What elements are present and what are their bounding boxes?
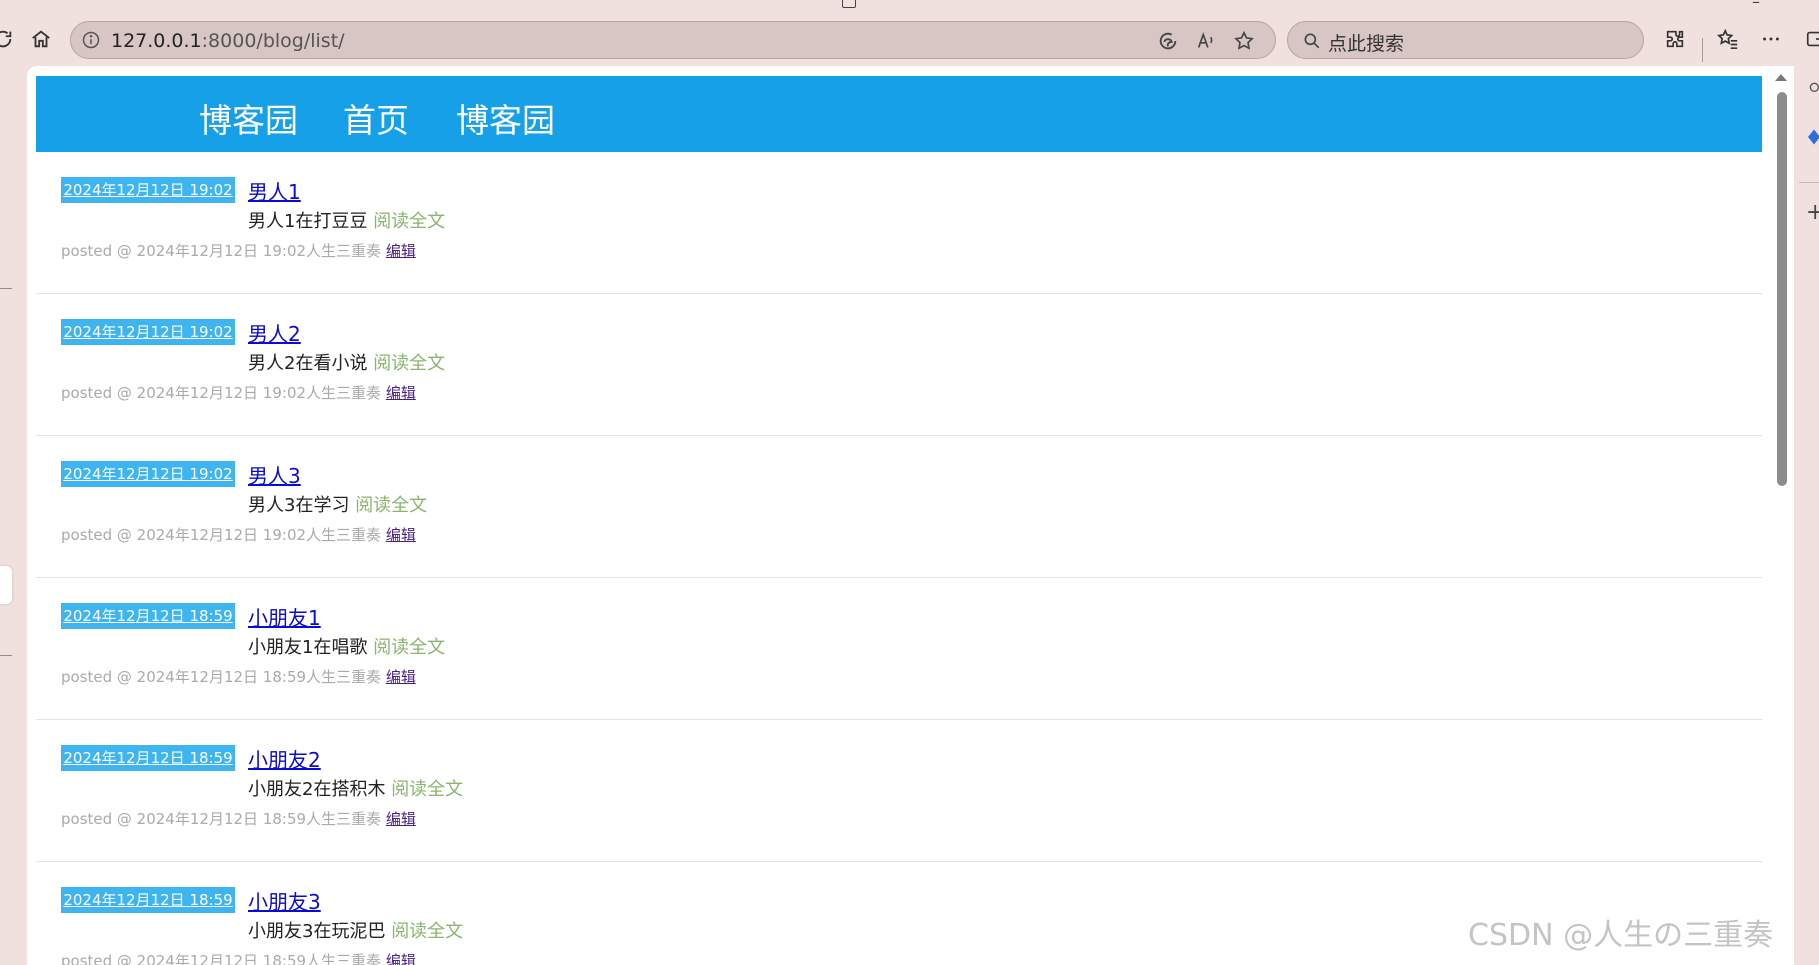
post-summary: 小朋友1在唱歌 阅读全文 bbox=[248, 633, 445, 659]
post-meta-text: posted @ 2024年12月12日 18:59人生三重奏 bbox=[61, 810, 382, 828]
post-title-link[interactable]: 男人3 bbox=[248, 460, 301, 489]
post-summary: 小朋友3在玩泥巴 阅读全文 bbox=[248, 917, 463, 943]
left-edge-divider bbox=[0, 655, 12, 656]
post-summary-text: 男人2在看小说 bbox=[248, 353, 368, 374]
read-more-link[interactable]: 阅读全文 bbox=[355, 495, 427, 516]
scroll-up-arrow-icon[interactable] bbox=[1775, 74, 1787, 81]
search-icon bbox=[1302, 31, 1322, 51]
browser-toolbar: 127.0.0.1:8000/blog/list/ 点此搜索 bbox=[0, 14, 1819, 66]
home-icon[interactable] bbox=[24, 22, 58, 56]
page-viewport: 博客园 首页 博客园 2024年12月12日 19:02 男人1 男人1在打豆豆… bbox=[27, 66, 1794, 965]
url-host: 127.0.0.1 bbox=[111, 30, 202, 52]
refresh-icon[interactable] bbox=[0, 22, 20, 56]
nav-site-logo[interactable]: 博客园 bbox=[199, 94, 298, 142]
post-meta: posted @ 2024年12月12日 19:02人生三重奏 编辑 bbox=[61, 240, 416, 261]
more-menu-icon[interactable] bbox=[1754, 22, 1788, 56]
post-title-link[interactable]: 小朋友3 bbox=[248, 886, 321, 915]
scrollbar-thumb[interactable] bbox=[1777, 92, 1787, 486]
tab-page-icon bbox=[842, 0, 856, 8]
left-edge-divider bbox=[0, 288, 12, 289]
post-meta-text: posted @ 2024年12月12日 19:02人生三重奏 bbox=[61, 242, 382, 260]
post-date-badge[interactable]: 2024年12月12日 18:59 bbox=[61, 603, 235, 629]
address-bar[interactable]: 127.0.0.1:8000/blog/list/ bbox=[70, 21, 1276, 59]
site-info-icon[interactable] bbox=[81, 30, 101, 50]
read-aloud-icon[interactable] bbox=[1193, 28, 1219, 54]
sidebar-search-icon[interactable] bbox=[1807, 80, 1819, 96]
favorite-star-icon[interactable] bbox=[1231, 28, 1257, 54]
post-meta-text: posted @ 2024年12月12日 18:59人生三重奏 bbox=[61, 952, 382, 965]
sidebar-add-icon[interactable]: + bbox=[1806, 200, 1819, 225]
left-side-handle[interactable] bbox=[0, 566, 12, 604]
post-item: 2024年12月12日 18:59 小朋友2 小朋友2在搭积木 阅读全文 pos… bbox=[36, 720, 1762, 862]
right-sidebar-panel: + bbox=[1799, 66, 1819, 965]
post-date-badge[interactable]: 2024年12月12日 18:59 bbox=[61, 745, 235, 771]
edge-app-icon[interactable] bbox=[1155, 28, 1181, 54]
read-more-link[interactable]: 阅读全文 bbox=[373, 637, 445, 658]
url-text[interactable]: 127.0.0.1:8000/blog/list/ bbox=[111, 30, 345, 52]
read-more-link[interactable]: 阅读全文 bbox=[391, 921, 463, 942]
favorites-icon[interactable] bbox=[1711, 22, 1745, 56]
post-item: 2024年12月12日 19:02 男人3 男人3在学习 阅读全文 posted… bbox=[36, 436, 1762, 578]
post-summary: 小朋友2在搭积木 阅读全文 bbox=[248, 775, 463, 801]
read-more-link[interactable]: 阅读全文 bbox=[373, 353, 445, 374]
post-meta-text: posted @ 2024年12月12日 19:02人生三重奏 bbox=[61, 526, 382, 544]
extensions-icon[interactable] bbox=[1658, 22, 1692, 56]
post-title-link[interactable]: 男人2 bbox=[248, 318, 301, 347]
post-date-badge[interactable]: 2024年12月12日 19:02 bbox=[61, 461, 235, 487]
post-title-link[interactable]: 小朋友2 bbox=[248, 744, 321, 773]
post-summary-text: 小朋友1在唱歌 bbox=[248, 637, 368, 658]
post-item: 2024年12月12日 19:02 男人2 男人2在看小说 阅读全文 poste… bbox=[36, 294, 1762, 436]
toolbar-divider bbox=[1702, 38, 1703, 62]
post-item: 2024年12月12日 19:02 男人1 男人1在打豆豆 阅读全文 poste… bbox=[36, 152, 1762, 294]
post-date-badge[interactable]: 2024年12月12日 19:02 bbox=[61, 177, 235, 203]
post-summary-text: 男人1在打豆豆 bbox=[248, 211, 368, 232]
sidebar-divider bbox=[1799, 182, 1819, 183]
sidebar-toggle-icon[interactable] bbox=[1799, 22, 1819, 56]
search-placeholder: 点此搜索 bbox=[1328, 33, 1405, 55]
post-summary-text: 小朋友2在搭积木 bbox=[248, 779, 386, 800]
title-strip: – bbox=[0, 0, 1819, 14]
post-date-badge[interactable]: 2024年12月12日 18:59 bbox=[61, 887, 235, 913]
post-summary: 男人3在学习 阅读全文 bbox=[248, 491, 427, 517]
read-more-link[interactable]: 阅读全文 bbox=[373, 211, 445, 232]
post-meta: posted @ 2024年12月12日 19:02人生三重奏 编辑 bbox=[61, 524, 416, 545]
post-list: 2024年12月12日 19:02 男人1 男人1在打豆豆 阅读全文 poste… bbox=[36, 152, 1762, 965]
edit-link[interactable]: 编辑 bbox=[386, 242, 416, 260]
edit-link[interactable]: 编辑 bbox=[386, 526, 416, 544]
post-title-link[interactable]: 男人1 bbox=[248, 176, 301, 205]
search-box[interactable]: 点此搜索 bbox=[1287, 21, 1644, 59]
post-item: 2024年12月12日 18:59 小朋友1 小朋友1在唱歌 阅读全文 post… bbox=[36, 578, 1762, 720]
url-path: :8000/blog/list/ bbox=[201, 30, 345, 52]
read-more-link[interactable]: 阅读全文 bbox=[391, 779, 463, 800]
edit-link[interactable]: 编辑 bbox=[386, 668, 416, 686]
nav-home[interactable]: 首页 bbox=[343, 94, 409, 142]
sidebar-copilot-icon[interactable] bbox=[1805, 128, 1819, 146]
post-summary-text: 小朋友3在玩泥巴 bbox=[248, 921, 386, 942]
post-summary-text: 男人3在学习 bbox=[248, 495, 350, 516]
post-meta-text: posted @ 2024年12月12日 19:02人生三重奏 bbox=[61, 384, 382, 402]
post-meta: posted @ 2024年12月12日 18:59人生三重奏 编辑 bbox=[61, 950, 416, 965]
edit-link[interactable]: 编辑 bbox=[386, 384, 416, 402]
edit-link[interactable]: 编辑 bbox=[386, 810, 416, 828]
post-meta: posted @ 2024年12月12日 19:02人生三重奏 编辑 bbox=[61, 382, 416, 403]
post-date-badge[interactable]: 2024年12月12日 19:02 bbox=[61, 319, 235, 345]
nav-cnblogs[interactable]: 博客园 bbox=[456, 94, 555, 142]
post-summary: 男人1在打豆豆 阅读全文 bbox=[248, 207, 445, 233]
blog-page: 博客园 首页 博客园 2024年12月12日 19:02 男人1 男人1在打豆豆… bbox=[36, 76, 1762, 965]
post-title-link[interactable]: 小朋友1 bbox=[248, 602, 321, 631]
post-meta-text: posted @ 2024年12月12日 18:59人生三重奏 bbox=[61, 668, 382, 686]
site-header: 博客园 首页 博客园 bbox=[36, 76, 1762, 152]
edit-link[interactable]: 编辑 bbox=[386, 952, 416, 965]
minimize-icon[interactable]: – bbox=[1752, 0, 1760, 11]
post-summary: 男人2在看小说 阅读全文 bbox=[248, 349, 445, 375]
csdn-watermark: CSDN @人生の三重奏 bbox=[1468, 918, 1774, 953]
post-meta: posted @ 2024年12月12日 18:59人生三重奏 编辑 bbox=[61, 808, 416, 829]
post-meta: posted @ 2024年12月12日 18:59人生三重奏 编辑 bbox=[61, 666, 416, 687]
